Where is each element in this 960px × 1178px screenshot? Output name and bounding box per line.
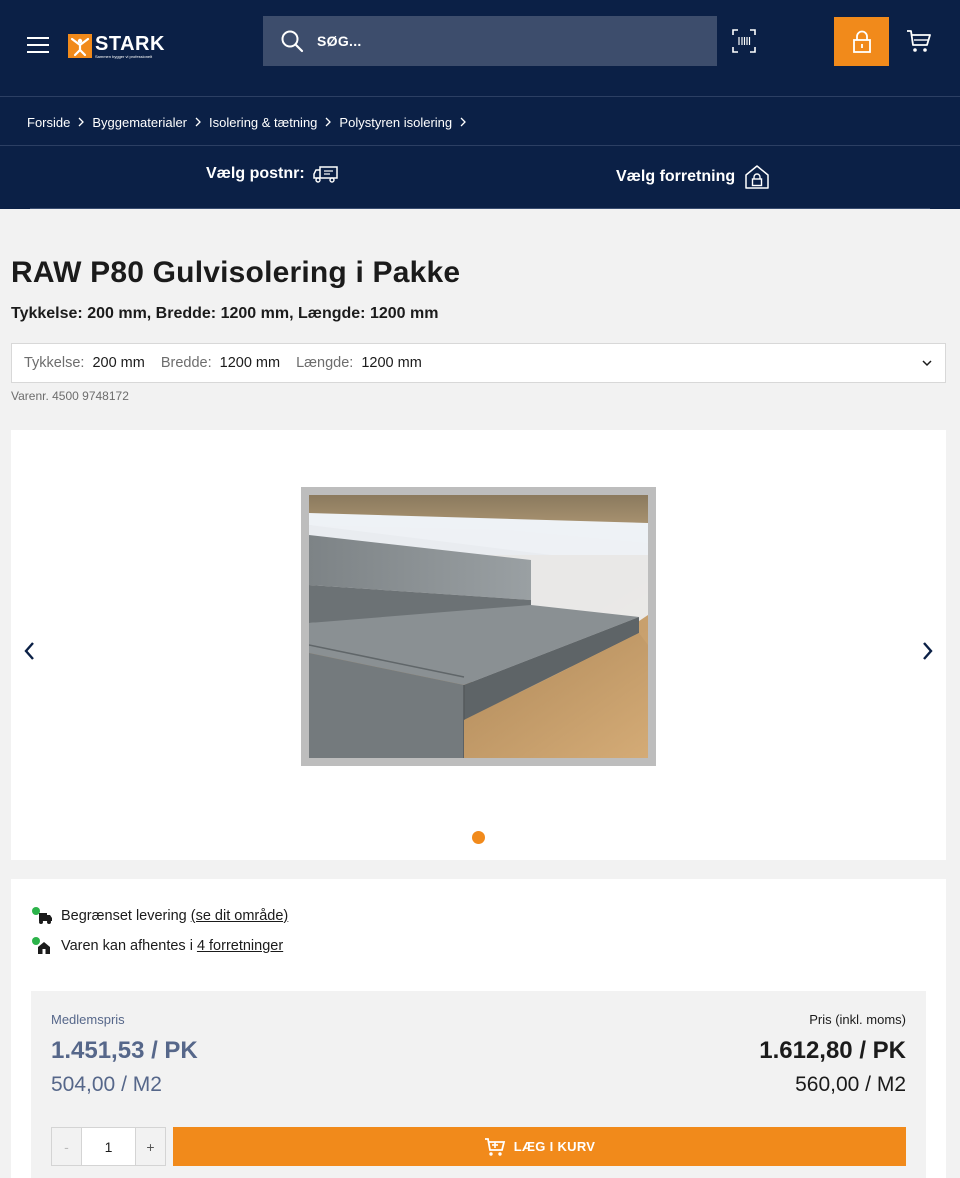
price-pk: 1.612,80 / PK: [759, 1037, 906, 1064]
price-panel: Medlemspris 1.451,53 / PK 504,00 / M2 Pr…: [31, 991, 926, 1178]
login-button[interactable]: [834, 17, 889, 66]
chevron-down-icon: [922, 360, 932, 367]
breadcrumb-item[interactable]: Forside: [27, 115, 70, 130]
chevron-right-icon[interactable]: [920, 640, 936, 662]
lock-icon: [852, 30, 871, 53]
cart-icon: [484, 1137, 505, 1156]
variant-label: Bredde:: [160, 355, 212, 371]
breadcrumb: Forside Byggematerialer Isolering & tætn…: [27, 112, 474, 132]
product-photo: [309, 495, 648, 758]
delivery-truck-icon: [312, 166, 338, 183]
site-header: STARK Sammen bygger vi professionelt SØG…: [0, 0, 960, 209]
chevron-right-icon: [195, 117, 201, 127]
price-m2: 560,00 / M2: [795, 1073, 906, 1096]
chevron-right-icon: [460, 117, 467, 127]
store-lock-icon: [745, 165, 769, 189]
decrease-quantity-button[interactable]: -: [52, 1128, 81, 1165]
quantity-input[interactable]: 1: [81, 1128, 136, 1165]
search-placeholder: SØG...: [317, 33, 362, 49]
delivery-truck-icon: [32, 907, 52, 924]
logo-mark-icon: [68, 34, 92, 58]
item-number: Varenr. 4500 9748172: [11, 389, 129, 403]
logo[interactable]: STARK Sammen bygger vi professionelt: [68, 33, 165, 59]
delivery-area-link[interactable]: (se dit område): [191, 908, 289, 924]
pickup-availability: Varen kan afhentes i 4 forretninger: [31, 936, 283, 956]
choose-store-button[interactable]: Vælg forretning: [616, 164, 770, 190]
breadcrumb-item[interactable]: Isolering & tætning: [209, 115, 317, 130]
increase-quantity-button[interactable]: +: [136, 1128, 165, 1165]
image-gallery: [11, 430, 946, 860]
cart-icon[interactable]: [906, 28, 932, 54]
menu-icon[interactable]: [27, 34, 51, 54]
store-selector-bar: Vælg postnr: Vælg forretning: [0, 145, 960, 209]
member-price-pk: 1.451,53 / PK: [51, 1037, 198, 1064]
price-label: Pris (inkl. moms): [809, 1012, 906, 1027]
postcode-label: Vælg postnr:: [206, 165, 305, 182]
pickup-stores-link[interactable]: 4 forretninger: [197, 938, 283, 954]
variant-value: 1200 mm: [361, 355, 422, 371]
chevron-left-icon[interactable]: [21, 640, 37, 662]
product-title: RAW P80 Gulvisolering i Pakke: [11, 256, 461, 289]
variant-value: 200 mm: [92, 355, 145, 371]
delivery-text: Begrænset levering: [61, 908, 187, 924]
add-to-cart-label: LÆG I KURV: [513, 1139, 596, 1154]
search-input[interactable]: SØG...: [263, 16, 717, 66]
variant-label: Tykkelse:: [24, 355, 85, 371]
variant-value: 1200 mm: [219, 355, 281, 371]
barcode-scanner-icon[interactable]: [732, 29, 756, 53]
product-subtitle: Tykkelse: 200 mm, Bredde: 1200 mm, Længd…: [11, 305, 439, 322]
product-image[interactable]: [301, 487, 656, 766]
breadcrumb-item[interactable]: Byggematerialer: [92, 115, 187, 130]
buy-box: Begrænset levering (se dit område) Varen…: [11, 879, 946, 1178]
add-to-cart-button[interactable]: LÆG I KURV: [173, 1127, 906, 1166]
pickup-text: Varen kan afhentes i: [61, 938, 193, 954]
store-label: Vælg forretning: [616, 168, 736, 185]
quantity-stepper: - 1 +: [51, 1127, 166, 1166]
chevron-right-icon: [78, 117, 85, 127]
member-price-label: Medlemspris: [51, 1012, 125, 1027]
store-pickup-icon: [32, 937, 50, 954]
breadcrumb-item[interactable]: Polystyren isolering: [339, 115, 452, 130]
delivery-availability: Begrænset levering (se dit område): [31, 906, 288, 926]
variant-select[interactable]: Tykkelse: 200 mm Bredde: 1200 mm Længde:…: [11, 343, 946, 383]
choose-postcode-button[interactable]: Vælg postnr:: [206, 164, 339, 184]
search-icon: [281, 30, 304, 53]
logo-name: STARK: [95, 32, 165, 55]
gallery-dot-active[interactable]: [472, 831, 485, 844]
top-bar: STARK Sammen bygger vi professionelt SØG…: [0, 0, 960, 97]
variant-label: Længde:: [296, 355, 354, 371]
chevron-right-icon: [325, 117, 332, 127]
logo-tagline: Sammen bygger vi professionelt: [95, 53, 153, 59]
member-price-m2: 504,00 / M2: [51, 1073, 162, 1096]
